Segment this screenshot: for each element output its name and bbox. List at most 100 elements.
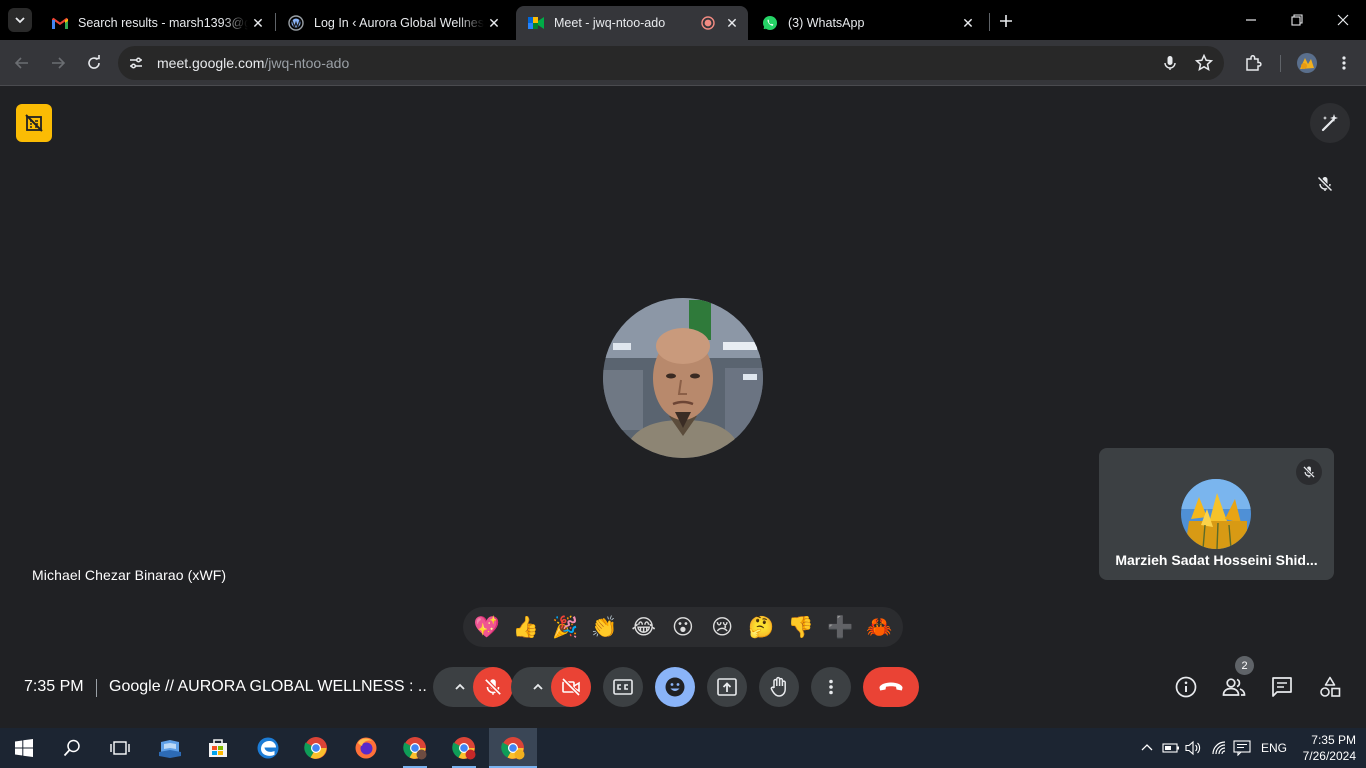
- close-tab-icon[interactable]: ✕: [484, 13, 504, 33]
- reaction-more-plus[interactable]: ➕: [822, 609, 858, 645]
- tab-title: Search results - marsh1393@gm: [78, 16, 248, 30]
- microphone-toggle-button[interactable]: [473, 667, 513, 707]
- firefox-icon: [355, 737, 377, 759]
- microphone-control-group: [433, 667, 513, 707]
- system-clock[interactable]: 7:35 PM 7/26/2024: [1296, 732, 1356, 764]
- raise-hand-icon: [770, 676, 786, 697]
- tab-title: Meet - jwq-ntoo-ado: [554, 16, 666, 30]
- show-hidden-icons-button[interactable]: [1137, 738, 1157, 758]
- reaction-heart[interactable]: 💖: [469, 609, 505, 645]
- close-tab-icon[interactable]: ✕: [958, 13, 978, 33]
- close-tab-icon[interactable]: ✕: [248, 13, 268, 33]
- activities-button[interactable]: [1318, 675, 1342, 699]
- wifi-icon: [1212, 741, 1226, 755]
- bookmark-star-icon[interactable]: [1195, 54, 1213, 72]
- leave-call-button[interactable]: [863, 667, 919, 707]
- meeting-clock: 7:35 PM: [24, 678, 84, 695]
- chrome-profile-icon: [452, 737, 476, 760]
- raise-hand-button[interactable]: [759, 667, 799, 707]
- visual-effects-button[interactable]: [1310, 103, 1350, 143]
- activities-shapes-icon: [1320, 676, 1341, 697]
- address-bar[interactable]: meet.google.com/jwq-ntoo-ado: [118, 46, 1224, 80]
- toolbar-separator: [1280, 55, 1281, 72]
- close-tab-icon[interactable]: ✕: [722, 13, 742, 33]
- back-button[interactable]: [8, 49, 36, 77]
- tab-gmail[interactable]: Search results - marsh1393@gm ✕: [40, 6, 274, 40]
- browser-tab-strip: Search results - marsh1393@gm ✕ Log In ‹…: [0, 0, 1366, 40]
- captions-button[interactable]: [603, 667, 643, 707]
- reaction-thumbs-down[interactable]: 👎: [783, 609, 819, 645]
- close-icon: [1337, 14, 1349, 26]
- extensions-button[interactable]: [1240, 49, 1268, 77]
- more-options-button[interactable]: [811, 667, 851, 707]
- self-participant-name: Marzieh Sadat Hosseini Shid...: [1115, 552, 1318, 568]
- self-view-tile[interactable]: Marzieh Sadat Hosseini Shid...: [1099, 448, 1334, 580]
- network-status[interactable]: [1210, 738, 1230, 758]
- edge-browser-icon: [257, 737, 279, 759]
- browser-menu-button[interactable]: [1330, 49, 1358, 77]
- site-info-icon[interactable]: [128, 55, 144, 71]
- tab-search-button[interactable]: [8, 8, 32, 32]
- recording-icon: [700, 15, 716, 31]
- restore-button[interactable]: [1274, 6, 1320, 34]
- url-path: /jwq-ntoo-ado: [264, 55, 350, 71]
- browser-toolbar: meet.google.com/jwq-ntoo-ado: [0, 40, 1366, 86]
- chevron-up-icon: [533, 683, 543, 690]
- taskbar-chrome-profile-2[interactable]: [440, 728, 488, 768]
- tab-meet[interactable]: Meet - jwq-ntoo-ado ✕: [516, 6, 748, 40]
- search-icon: [63, 739, 80, 757]
- clock-date: 7/26/2024: [1302, 749, 1356, 763]
- videocam-off-icon: [561, 677, 581, 697]
- host-controls-badge[interactable]: [16, 104, 52, 142]
- taskbar-chrome-profile-3[interactable]: [489, 728, 537, 768]
- reaction-thumbs-up[interactable]: 👍: [508, 609, 544, 645]
- meeting-details-button[interactable]: [1174, 675, 1198, 699]
- plus-icon: [1000, 15, 1012, 27]
- task-view-button[interactable]: [96, 728, 144, 768]
- more-vert-icon: [1342, 56, 1346, 70]
- arrow-right-icon: [52, 57, 66, 69]
- reaction-crab[interactable]: 🦀: [861, 609, 897, 645]
- tab-whatsapp[interactable]: (3) WhatsApp ✕: [750, 6, 984, 40]
- volume-control[interactable]: [1184, 738, 1204, 758]
- start-button[interactable]: [0, 728, 48, 768]
- audio-settings-caret[interactable]: [445, 667, 475, 707]
- meeting-info-separator: [96, 679, 97, 697]
- reaction-thinking[interactable]: 🤔: [743, 609, 779, 645]
- minimize-icon: [1246, 19, 1256, 21]
- taskbar-chrome[interactable]: [292, 728, 340, 768]
- present-screen-button[interactable]: [707, 667, 747, 707]
- microphone-in-use-icon[interactable]: [1162, 55, 1178, 71]
- reaction-surprised[interactable]: 😮: [665, 609, 701, 645]
- reaction-party[interactable]: 🎉: [547, 609, 583, 645]
- profile-avatar[interactable]: [1293, 49, 1321, 77]
- close-window-button[interactable]: [1320, 6, 1366, 34]
- taskbar-store[interactable]: [194, 728, 242, 768]
- taskbar-edge[interactable]: [244, 728, 292, 768]
- taskbar-firefox[interactable]: [342, 728, 390, 768]
- notification-button[interactable]: [1232, 738, 1252, 758]
- new-tab-button[interactable]: [994, 9, 1018, 33]
- present-to-all-icon: [717, 678, 737, 696]
- people-button[interactable]: [1222, 675, 1246, 699]
- taskbar-search-button[interactable]: [48, 728, 96, 768]
- forward-button[interactable]: [44, 49, 72, 77]
- battery-indicator[interactable]: [1161, 738, 1181, 758]
- windows-logo-icon: [15, 739, 33, 757]
- send-reaction-button[interactable]: [655, 667, 695, 707]
- reaction-joy[interactable]: 😂: [626, 609, 662, 645]
- video-settings-caret[interactable]: [523, 667, 553, 707]
- input-language[interactable]: ENG: [1261, 741, 1287, 755]
- camera-toggle-button[interactable]: [551, 667, 591, 707]
- minimize-button[interactable]: [1228, 6, 1274, 34]
- chat-button[interactable]: [1270, 675, 1294, 699]
- reaction-clap[interactable]: 👏: [586, 609, 622, 645]
- self-participant-avatar: [1181, 479, 1251, 549]
- self-mic-off-icon: [1296, 459, 1322, 485]
- taskbar-file-explorer[interactable]: [146, 728, 194, 768]
- reaction-sad[interactable]: 😢: [704, 609, 740, 645]
- taskbar-chrome-profile-1[interactable]: [391, 728, 439, 768]
- tab-aurora-login[interactable]: Log In ‹ Aurora Global Wellness ✕: [276, 6, 510, 40]
- windows-taskbar: ENG 7:35 PM 7/26/2024: [0, 728, 1366, 768]
- reload-button[interactable]: [80, 49, 108, 77]
